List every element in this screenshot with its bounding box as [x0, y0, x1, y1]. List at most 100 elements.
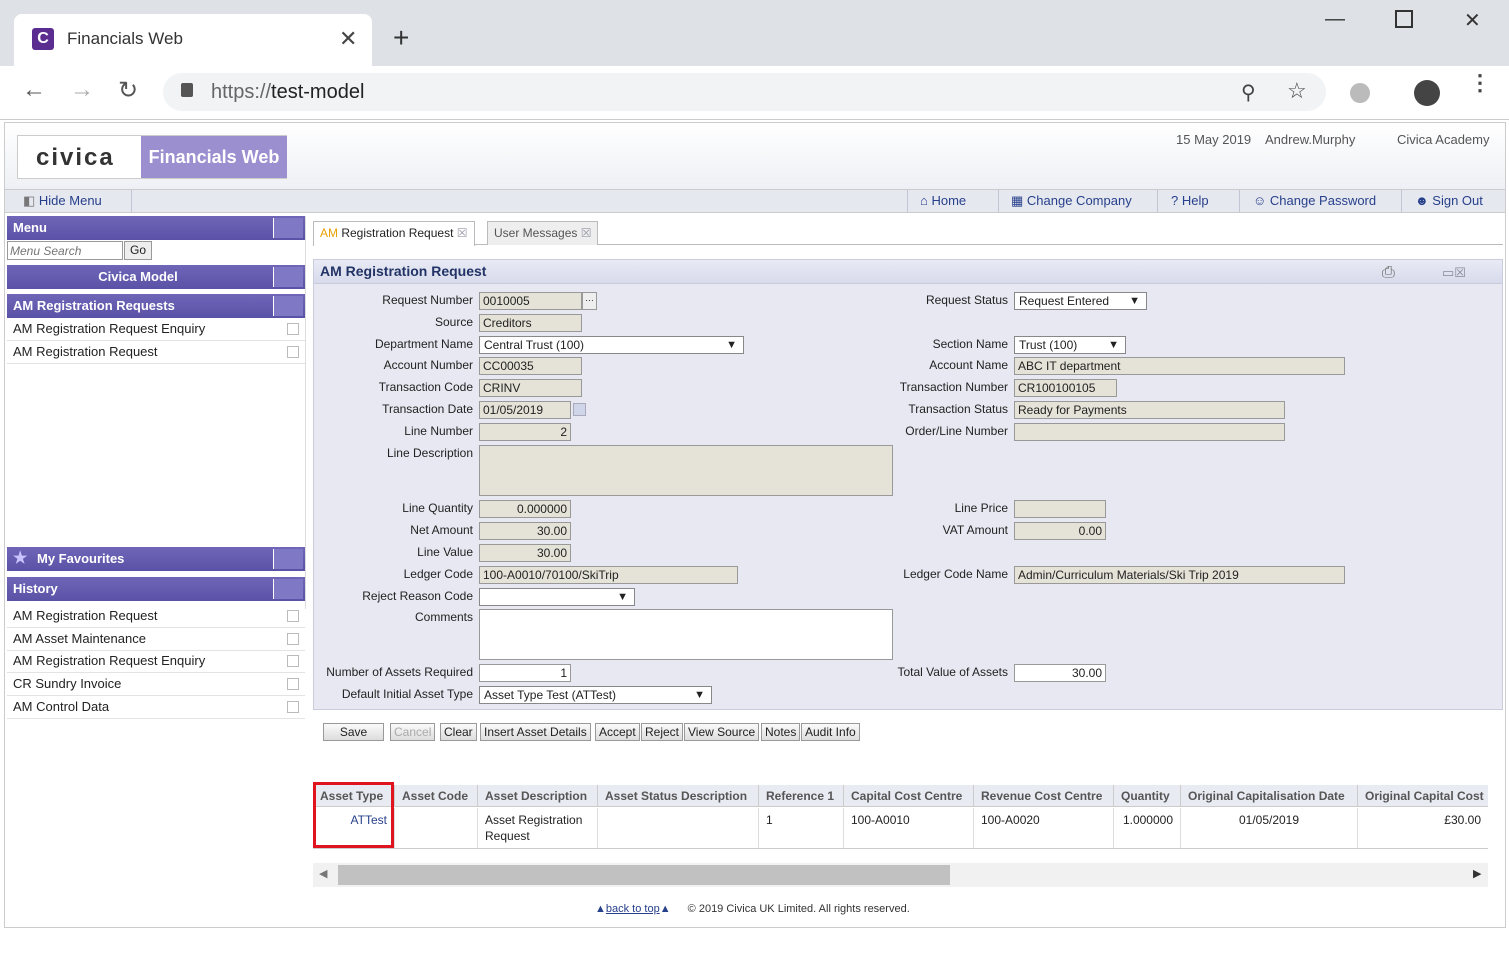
sign-out-button[interactable]: ☻ Sign Out	[1415, 193, 1483, 208]
history-item[interactable]: AM Registration Request Enquiry	[7, 650, 305, 673]
back-icon[interactable]: ←	[22, 76, 46, 104]
line-value-field[interactable]: 30.00	[479, 544, 571, 562]
save-button[interactable]: Save	[323, 723, 384, 741]
open-external-icon[interactable]	[287, 701, 299, 713]
section-export-icon[interactable]	[273, 296, 303, 316]
transaction-date-field[interactable]: 01/05/2019	[479, 401, 571, 419]
column-header[interactable]: Quantity	[1114, 785, 1181, 807]
open-external-icon[interactable]	[287, 633, 299, 645]
history-item[interactable]: CR Sundry Invoice	[7, 673, 305, 696]
line-quantity-field[interactable]: 0.000000	[479, 500, 571, 518]
bookmark-star-icon[interactable]: ☆	[1287, 78, 1307, 104]
column-header[interactable]: Original Capital Cost	[1358, 785, 1488, 807]
print-icon[interactable]: ⎙	[1382, 261, 1395, 284]
minimize-icon[interactable]: —	[1325, 8, 1345, 31]
account-name-field[interactable]: ABC IT department	[1014, 357, 1345, 375]
close-tab-icon[interactable]: ☒	[457, 226, 468, 240]
back-to-top-link[interactable]: back to top	[606, 903, 660, 915]
vat-amount-field[interactable]: 0.00	[1014, 522, 1106, 540]
reject-reason-select[interactable]: ▼	[479, 588, 635, 606]
transaction-number-field[interactable]: CR100100105	[1014, 379, 1117, 397]
section-select[interactable]: Trust (100) ▼	[1014, 336, 1126, 354]
ledger-code-field[interactable]: 100-A0010/70100/SkiTrip	[479, 566, 738, 584]
window-close-icon[interactable]: ✕	[1464, 8, 1481, 33]
close-tab-icon[interactable]: ☒	[581, 226, 592, 240]
accept-button[interactable]: Accept	[595, 723, 640, 741]
tab-user-messages[interactable]: User Messages ☒	[487, 221, 599, 245]
source-field[interactable]: Creditors	[479, 314, 582, 332]
insert-asset-details-button[interactable]: Insert Asset Details	[480, 723, 591, 741]
reload-icon[interactable]: ↻	[118, 76, 138, 105]
audit-info-button[interactable]: Audit Info	[801, 723, 860, 741]
line-price-field[interactable]	[1014, 500, 1106, 518]
menu-search-go-button[interactable]: Go	[124, 241, 152, 260]
net-amount-field[interactable]: 30.00	[479, 522, 571, 540]
column-header[interactable]: Capital Cost Centre	[844, 785, 974, 807]
column-header[interactable]: Original Capitalisation Date	[1181, 785, 1358, 807]
url-field[interactable]: https://test-model ⚲ ☆	[163, 73, 1326, 111]
scroll-right-icon[interactable]: ▶	[1473, 867, 1481, 880]
open-external-icon[interactable]	[287, 346, 299, 358]
transaction-code-field[interactable]: CRINV	[479, 379, 582, 397]
history-item[interactable]: AM Asset Maintenance	[7, 628, 305, 651]
line-number-field[interactable]: 2	[479, 423, 571, 441]
menu-window-icon[interactable]	[273, 218, 303, 238]
clear-button[interactable]: Clear	[440, 723, 477, 741]
default-asset-type-select[interactable]: Asset Type Test (ATTest) ▼	[479, 686, 712, 704]
total-value-field[interactable]: 30.00	[1014, 664, 1106, 682]
reject-button[interactable]: Reject	[641, 723, 684, 741]
close-tab-icon[interactable]: ✕	[339, 26, 357, 52]
order-line-field[interactable]	[1014, 423, 1285, 441]
open-external-icon[interactable]	[287, 610, 299, 622]
scrollbar-thumb[interactable]	[338, 865, 950, 885]
column-header[interactable]: Asset Code	[395, 785, 478, 807]
department-select[interactable]: Central Trust (100) ▼	[479, 336, 744, 354]
ledger-code-name-field[interactable]: Admin/Curriculum Materials/Ski Trip 2019	[1014, 566, 1345, 584]
request-status-select[interactable]: Request Entered ▼	[1014, 292, 1147, 310]
change-company-button[interactable]: ▦ Change Company	[1011, 193, 1132, 209]
company-window-icon[interactable]	[273, 267, 303, 287]
help-button[interactable]: ? Help	[1171, 193, 1209, 208]
column-header[interactable]: Asset Status Description	[598, 785, 759, 807]
menu-item[interactable]: AM Registration Request	[7, 341, 305, 364]
num-assets-field[interactable]: 1	[479, 664, 571, 682]
history-item[interactable]: AM Control Data	[7, 696, 305, 719]
open-external-icon[interactable]	[287, 678, 299, 690]
cancel-button[interactable]: Cancel	[390, 723, 436, 741]
history-window-icon[interactable]	[273, 579, 303, 599]
menu-item[interactable]: AM Registration Request Enquiry	[7, 318, 305, 341]
zoom-icon[interactable]: ⚲	[1241, 80, 1256, 105]
browser-menu-icon[interactable]: ⋮	[1469, 72, 1491, 94]
forward-icon[interactable]: →	[70, 76, 94, 104]
menu-section-header[interactable]: AM Registration Requests	[7, 294, 305, 318]
change-password-button[interactable]: ☺ Change Password	[1253, 193, 1376, 208]
calendar-icon[interactable]	[573, 403, 586, 416]
transaction-status-field[interactable]: Ready for Payments	[1014, 401, 1285, 419]
profile-icon[interactable]	[1414, 80, 1440, 106]
extension-icon[interactable]	[1350, 83, 1370, 103]
new-tab-icon[interactable]: +	[393, 22, 409, 54]
scroll-left-icon[interactable]: ◀	[319, 867, 327, 880]
hide-menu-button[interactable]: ◧ Hide Menu	[23, 193, 102, 209]
history-item[interactable]: AM Registration Request	[7, 605, 305, 628]
notes-button[interactable]: Notes	[761, 723, 801, 741]
favourites-window-icon[interactable]	[273, 549, 303, 569]
open-external-icon[interactable]	[287, 655, 299, 667]
horizontal-scrollbar[interactable]: ◀ ▶	[313, 863, 1488, 887]
favourites-header[interactable]: ★ My Favourites	[7, 547, 305, 571]
request-number-field[interactable]: 0010005	[479, 292, 582, 310]
account-number-field[interactable]: CC00035	[479, 357, 582, 375]
line-description-field[interactable]	[479, 445, 893, 496]
column-header[interactable]: Asset Description	[478, 785, 598, 807]
home-button[interactable]: ⌂ Home	[920, 193, 966, 208]
lookup-button[interactable]: …	[582, 292, 597, 310]
comments-field[interactable]	[479, 609, 893, 660]
column-header[interactable]: Revenue Cost Centre	[974, 785, 1114, 807]
browser-tab[interactable]: C Financials Web ✕	[14, 14, 372, 66]
tab-registration-request[interactable]: AM Registration Request ☒	[313, 221, 475, 246]
maximize-icon[interactable]	[1395, 10, 1413, 28]
view-source-button[interactable]: View Source	[684, 723, 760, 741]
window-close-icon[interactable]: ▭☒	[1442, 261, 1466, 284]
menu-search-input[interactable]	[7, 241, 123, 260]
column-header[interactable]: Reference 1	[759, 785, 844, 807]
